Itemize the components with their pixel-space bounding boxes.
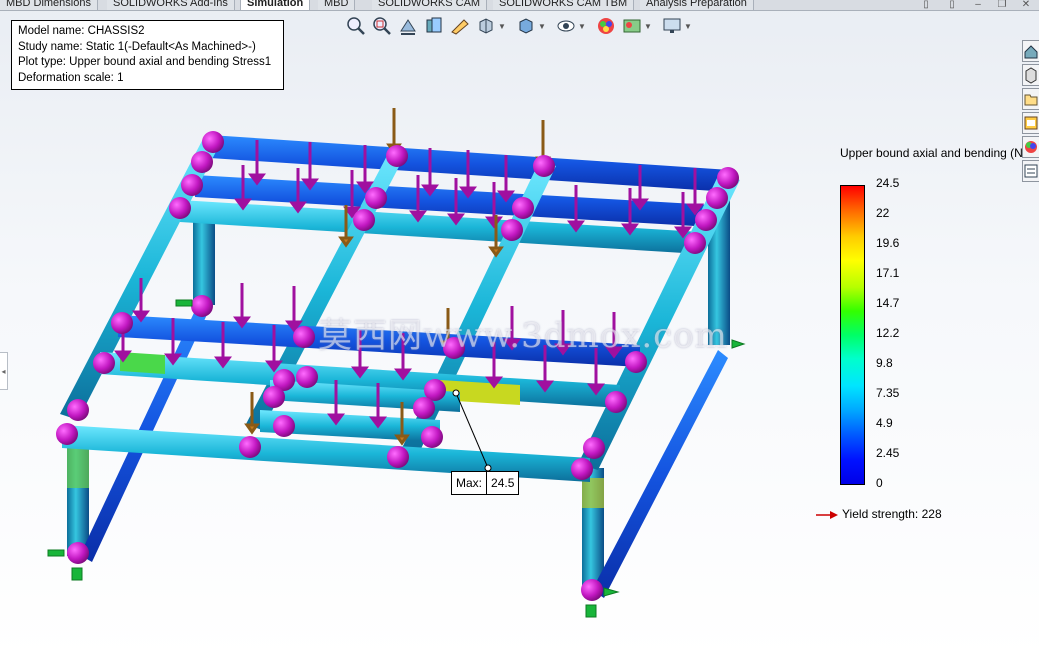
- watermark: 莫西网www.3dmox.com: [318, 316, 728, 356]
- legend-color-bar[interactable]: [840, 185, 865, 485]
- yield-strength: Yield strength: 228: [816, 507, 942, 521]
- custom-properties-icon[interactable]: [1022, 112, 1039, 134]
- leg-stress-band: [67, 448, 89, 488]
- file-explorer-icon[interactable]: [1022, 88, 1039, 110]
- plot-info-box: Model name: CHASSIS2 Study name: Static …: [11, 20, 284, 90]
- legend-tick: 0: [876, 476, 883, 490]
- task-pane-tabs: [1022, 40, 1039, 186]
- legend-tick: 7.35: [876, 386, 900, 400]
- legend-tick: 22: [876, 206, 890, 220]
- hide-show-icon[interactable]: [556, 16, 576, 36]
- chevron-down-icon[interactable]: ▼: [498, 22, 506, 31]
- display-style-icon[interactable]: [516, 16, 536, 36]
- legend-tick: 24.5: [876, 176, 900, 190]
- deformation-scale: Deformation scale: 1: [18, 71, 124, 84]
- home-icon[interactable]: [1022, 40, 1039, 62]
- apply-scene-icon[interactable]: [622, 16, 642, 36]
- previous-view-icon[interactable]: [398, 16, 418, 36]
- chevron-down-icon[interactable]: ▼: [538, 22, 546, 31]
- view-settings-icon[interactable]: [662, 16, 682, 36]
- section-view-icon[interactable]: [424, 16, 444, 36]
- design-library-icon[interactable]: [1022, 64, 1039, 86]
- probe-point: [452, 389, 460, 397]
- probe-label: Max:: [456, 476, 483, 490]
- plot-type: Plot type: Upper bound axial and bending…: [18, 56, 272, 68]
- probe-value: 24.5: [486, 472, 518, 494]
- legend-tick: 9.8: [876, 356, 893, 370]
- leg-rear-left: [193, 215, 215, 305]
- yield-strength-label: Yield strength: 228: [842, 507, 942, 521]
- max-probe-label[interactable]: Max: 24.5: [451, 471, 520, 495]
- legend-tick: 19.6: [876, 236, 900, 250]
- legend-tick: 17.1: [876, 266, 900, 280]
- leg-stress-band: [582, 478, 604, 508]
- chevron-down-icon[interactable]: ▼: [578, 22, 586, 31]
- zoom-to-area-icon[interactable]: [372, 16, 392, 36]
- model-name: Model name: CHASSIS2: [18, 25, 145, 37]
- feature-manager-toggle[interactable]: ◂: [0, 352, 8, 390]
- chevron-down-icon[interactable]: ▼: [684, 22, 692, 31]
- legend-tick: 4.9: [876, 416, 893, 430]
- view-palette-icon[interactable]: [1022, 160, 1039, 182]
- legend-title: Upper bound axial and bending (N: [840, 146, 1023, 160]
- view-orientation-icon[interactable]: [476, 16, 496, 36]
- edit-appearance-icon[interactable]: [596, 16, 616, 36]
- dynamic-annotation-icon[interactable]: [450, 16, 470, 36]
- study-name: Study name: Static 1(-Default<As Machine…: [18, 40, 256, 53]
- chevron-down-icon[interactable]: ▼: [644, 22, 652, 31]
- yield-arrow-icon: [816, 510, 838, 519]
- legend-tick: 2.45: [876, 446, 900, 460]
- zoom-to-fit-icon[interactable]: [346, 16, 366, 36]
- legend-tick: 14.7: [876, 296, 900, 310]
- legend-tick: 12.2: [876, 326, 900, 340]
